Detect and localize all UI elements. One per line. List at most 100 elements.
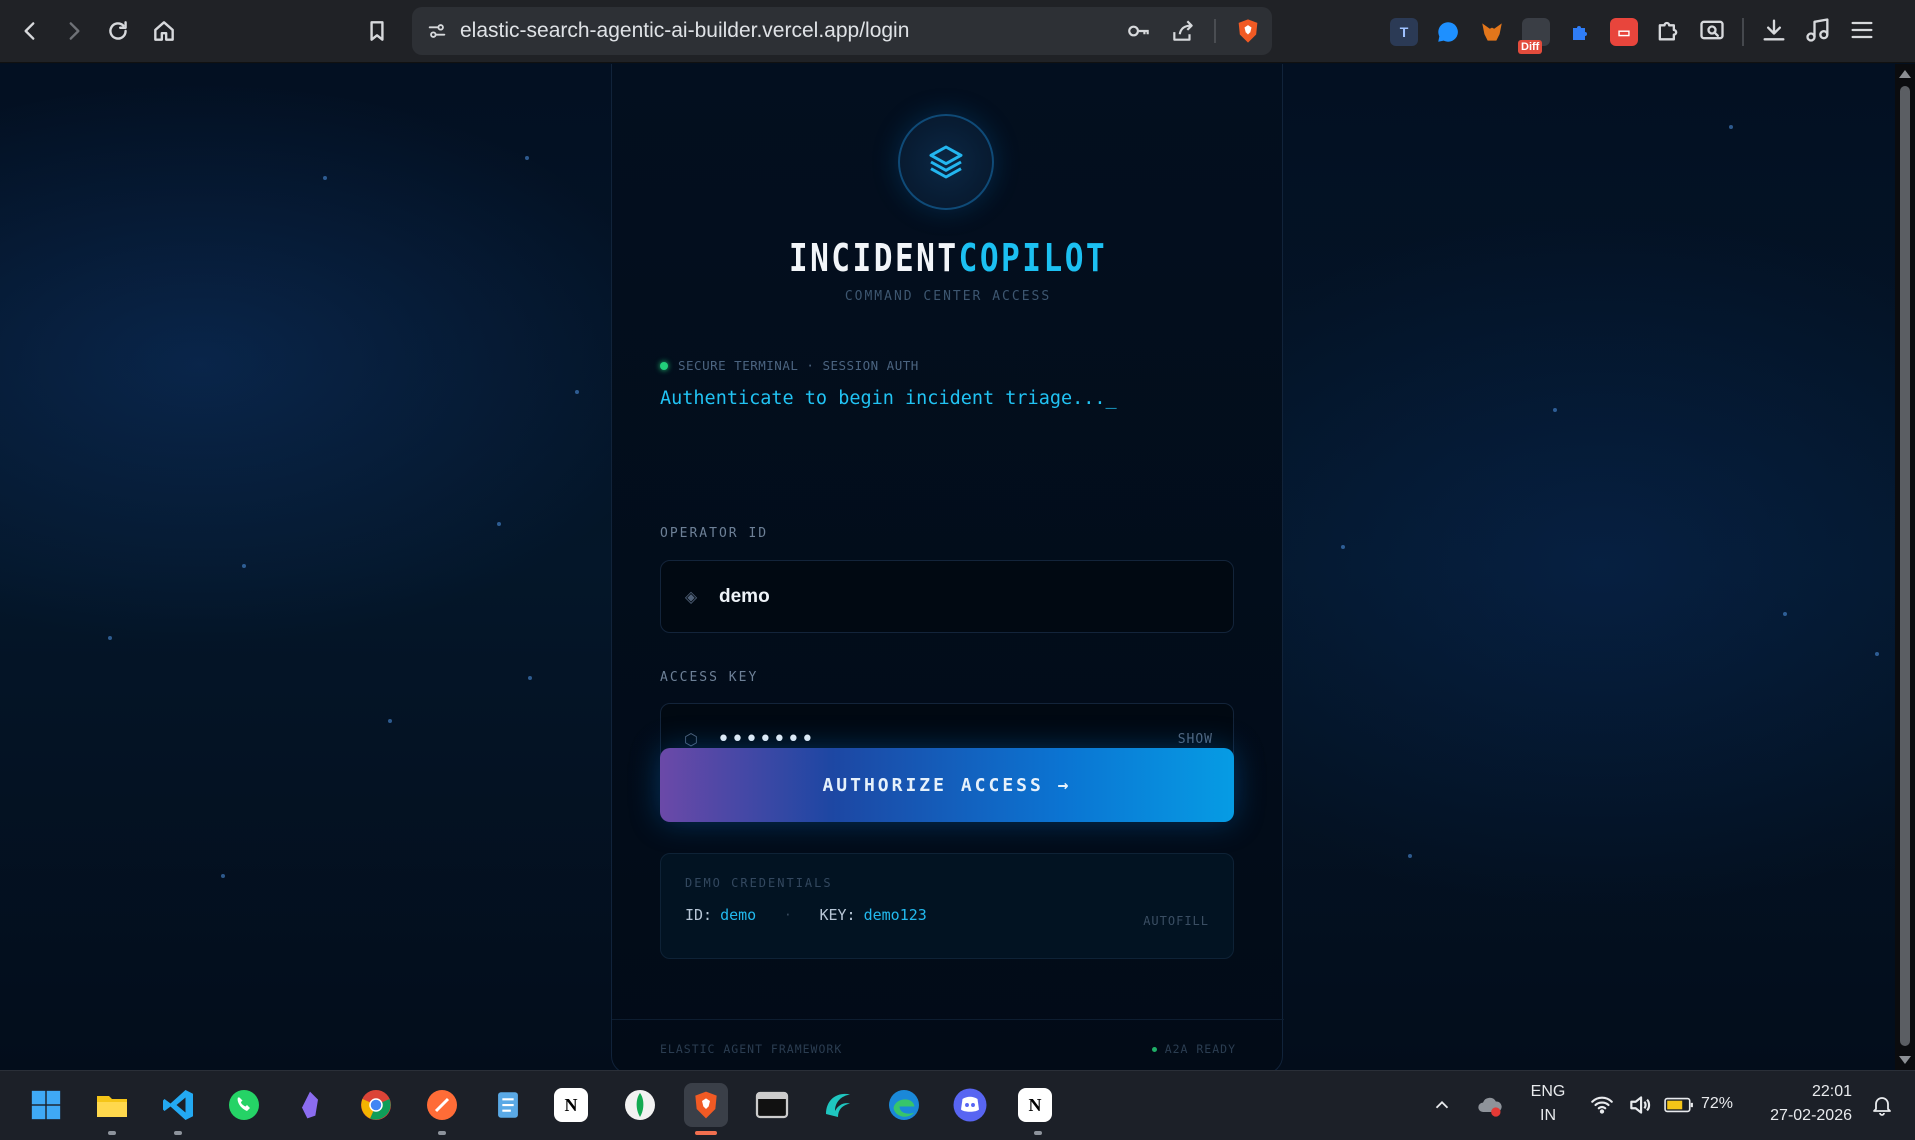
taskbar-indicator: [174, 1131, 182, 1135]
brand-subtitle: COMMAND CENTER ACCESS: [844, 289, 1052, 304]
whatsapp-icon[interactable]: [224, 1085, 264, 1125]
file-explorer-icon[interactable]: [92, 1085, 132, 1125]
session-status: SECURE TERMINAL · SESSION AUTH: [660, 358, 919, 373]
status-indicator-dot: [660, 361, 668, 370]
bg-particle: [1783, 612, 1787, 616]
brand-title: INCIDENTCOPILOT: [672, 236, 1223, 280]
scrollbar-thumb[interactable]: [1900, 86, 1910, 1046]
extensions-puzzle-icon[interactable]: [1654, 16, 1682, 49]
terminal-icon[interactable]: [752, 1085, 792, 1125]
brand-name-primary: INCIDENT: [788, 236, 959, 280]
translator-extension-icon[interactable]: T: [1390, 18, 1418, 46]
red-extension-icon[interactable]: ▭: [1610, 18, 1638, 46]
bg-particle: [108, 636, 112, 640]
brave-shield-icon[interactable]: [1234, 17, 1262, 45]
media-music-icon[interactable]: [1804, 16, 1832, 49]
notification-bell-icon[interactable]: [1864, 1085, 1900, 1125]
volume-icon[interactable]: [1622, 1085, 1658, 1125]
diff-extension-icon[interactable]: Diff: [1518, 18, 1550, 54]
puzzle-blue-icon[interactable]: [1566, 18, 1594, 46]
card-footer: ELASTIC AGENT FRAMEWORK A2A READY: [612, 1019, 1284, 1056]
hexagon-icon: ⬡: [684, 731, 698, 749]
tray-chevron-up-icon[interactable]: [1422, 1085, 1462, 1125]
bg-particle: [525, 156, 529, 160]
download-icon[interactable]: [1760, 16, 1788, 49]
operator-id-value: demo: [719, 585, 770, 607]
bg-particle: [1553, 408, 1557, 412]
login-page: INCIDENTCOPILOT COMMAND CENTER ACCESS SE…: [0, 64, 1895, 1070]
browser-toolbar: elastic-search-agentic-ai-builder.vercel…: [0, 0, 1915, 63]
site-settings-icon[interactable]: [426, 20, 448, 42]
page-scrollbar[interactable]: [1895, 64, 1915, 1070]
notepad-icon[interactable]: [488, 1085, 528, 1125]
cloud-sync-error-icon[interactable]: [1470, 1085, 1510, 1125]
bookmark-icon[interactable]: [355, 9, 399, 53]
battery-percent: 72%: [1700, 1095, 1734, 1112]
address-bar[interactable]: elastic-search-agentic-ai-builder.vercel…: [412, 7, 1272, 55]
bg-particle: [575, 390, 579, 394]
notion-icon[interactable]: N: [554, 1088, 588, 1122]
edge-icon[interactable]: [884, 1085, 924, 1125]
clock-date[interactable]: 27-02-2026: [1752, 1107, 1852, 1125]
clock-time[interactable]: 22:01: [1752, 1083, 1852, 1101]
bg-particle: [1341, 545, 1345, 549]
language-region[interactable]: IN: [1522, 1107, 1574, 1125]
share-icon[interactable]: [1170, 18, 1196, 44]
access-key-label: ACCESS KEY: [660, 670, 759, 685]
demo-credentials-row: ID: demo · KEY: demo123: [685, 906, 927, 924]
wave-app-icon[interactable]: [818, 1085, 858, 1125]
diamond-icon: ◈: [684, 588, 698, 606]
authorize-access-button[interactable]: AUTHORIZE ACCESS →: [660, 748, 1234, 822]
chat-extension-icon[interactable]: [1434, 18, 1462, 46]
toolbar-divider: [1742, 18, 1744, 46]
wifi-icon[interactable]: [1584, 1085, 1620, 1125]
vscode-icon[interactable]: [158, 1085, 198, 1125]
postman-icon[interactable]: [422, 1085, 462, 1125]
chrome-icon[interactable]: [356, 1085, 396, 1125]
password-key-icon[interactable]: [1126, 18, 1152, 44]
brave-browser-icon[interactable]: [684, 1083, 728, 1127]
demo-id-label: ID:: [685, 906, 713, 924]
home-icon[interactable]: [142, 9, 186, 53]
windows-start-icon[interactable]: [26, 1085, 66, 1125]
app-logo: [898, 114, 994, 210]
menu-hamburger-icon[interactable]: [1848, 16, 1876, 49]
autofill-button[interactable]: AUTOFILL: [1143, 914, 1209, 928]
scroll-up-arrow-icon[interactable]: [1899, 70, 1911, 78]
back-icon[interactable]: [8, 9, 52, 53]
bg-particle: [1875, 652, 1879, 656]
bg-particle: [497, 522, 501, 526]
ready-status: A2A READY: [1151, 1042, 1236, 1056]
diff-badge: Diff: [1518, 40, 1543, 54]
operator-id-input[interactable]: ◈ demo: [660, 560, 1234, 633]
taskbar-active-indicator: [695, 1131, 717, 1135]
battery-icon[interactable]: [1662, 1085, 1696, 1125]
taskbar-indicator: [1034, 1131, 1042, 1135]
demo-id-value: demo: [720, 906, 757, 924]
discord-icon[interactable]: [950, 1085, 990, 1125]
bg-particle: [388, 719, 392, 723]
reader-mode-icon[interactable]: [1698, 16, 1726, 49]
metamask-fox-icon[interactable]: [1478, 18, 1506, 46]
scroll-down-arrow-icon[interactable]: [1899, 1056, 1911, 1064]
notion-icon-2[interactable]: N: [1018, 1088, 1052, 1122]
forward-icon[interactable]: [52, 9, 96, 53]
bg-particle: [221, 874, 225, 878]
language-code[interactable]: ENG: [1522, 1083, 1574, 1101]
demo-credentials-title: DEMO CREDENTIALS: [685, 876, 833, 890]
brand-name-accent: COPILOT: [958, 236, 1108, 280]
urlbar-divider: [1214, 19, 1216, 43]
ready-status-text: A2A READY: [1164, 1042, 1236, 1056]
mongodb-compass-icon[interactable]: [620, 1085, 660, 1125]
layers-icon: [929, 145, 963, 179]
bg-particle: [1408, 854, 1412, 858]
extensions-area: T Diff ▭: [1390, 10, 1876, 54]
login-card: INCIDENTCOPILOT COMMAND CENTER ACCESS SE…: [611, 64, 1284, 1070]
operator-id-label: OPERATOR ID: [660, 526, 769, 541]
show-password-button[interactable]: SHOW: [1178, 732, 1213, 747]
session-status-text: SECURE TERMINAL · SESSION AUTH: [678, 358, 919, 373]
obsidian-icon[interactable]: [290, 1085, 330, 1125]
reload-icon[interactable]: [96, 9, 140, 53]
taskbar-indicator: [108, 1131, 116, 1135]
bg-particle: [528, 676, 532, 680]
